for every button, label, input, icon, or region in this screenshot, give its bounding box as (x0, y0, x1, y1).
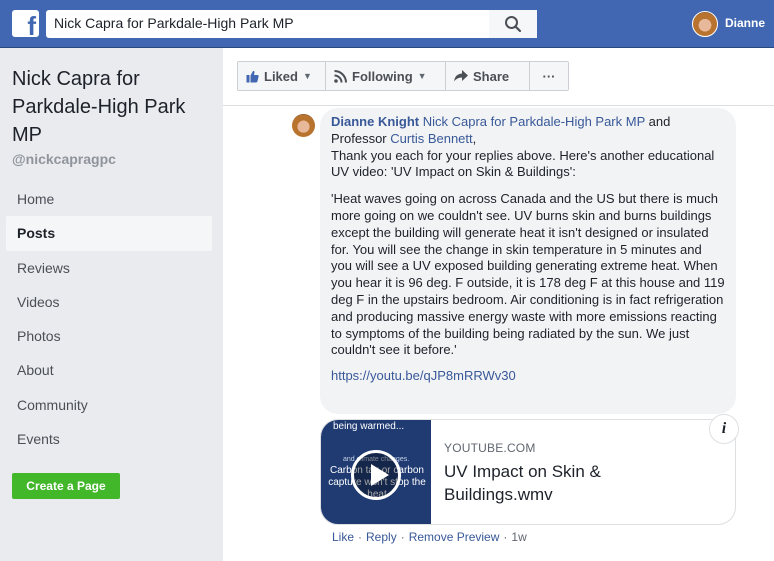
preview-source: YOUTUBE.COM (444, 441, 536, 455)
nav-item-about[interactable]: About (6, 353, 212, 387)
nav-item-community[interactable]: Community (6, 388, 212, 422)
share-label: Share (473, 68, 510, 84)
comment-quote-text: 'Heat waves going on across Canada and t… (331, 191, 725, 358)
search-input[interactable]: Nick Capra for Parkdale-High Park MP (46, 10, 537, 38)
separator-dot: · (400, 530, 405, 544)
page-nav: Home Posts Reviews Videos Photos About C… (6, 182, 212, 456)
play-icon[interactable] (351, 450, 401, 500)
nav-item-events[interactable]: Events (6, 422, 212, 456)
comment-header: Dianne Knight Nick Capra for Parkdale-Hi… (331, 114, 725, 148)
remove-preview-link[interactable]: Remove Preview (409, 530, 500, 544)
comment-timestamp[interactable]: 1w (511, 530, 526, 544)
more-options-button[interactable]: ··· (529, 61, 569, 91)
info-icon[interactable]: i (709, 414, 739, 444)
caret-down-icon: ▼ (302, 71, 312, 81)
comment-author-link[interactable]: Dianne Knight (331, 114, 419, 129)
nav-item-videos[interactable]: Videos (6, 285, 212, 319)
commenter-avatar[interactable] (292, 114, 315, 137)
rss-feed-icon (334, 69, 347, 83)
more-dots-icon: ··· (542, 68, 556, 84)
page-action-bar: Liked ▼ Following ▼ Share ··· (223, 48, 774, 106)
page-handle[interactable]: @nickcapragpc (12, 151, 116, 167)
thumbnail-caption-1: being warmed... (333, 421, 405, 432)
comment-comma: , (472, 130, 477, 146)
comment-bubble: Dianne Knight Nick Capra for Parkdale-Hi… (320, 108, 736, 414)
link-preview-card[interactable]: being warmed... and climate changes. Car… (320, 419, 736, 525)
following-button[interactable]: Following ▼ (325, 61, 446, 91)
search-button[interactable] (489, 10, 537, 38)
page-sidebar: Nick Capra for Parkdale-High Park MP @ni… (0, 48, 222, 561)
comment-prefix-text: Professor (331, 130, 387, 146)
video-thumbnail[interactable]: being warmed... and climate changes. Car… (321, 420, 431, 524)
create-page-button[interactable]: Create a Page (12, 473, 120, 499)
liked-label: Liked (264, 68, 298, 84)
thumbs-up-icon (246, 70, 259, 82)
mention-person-link[interactable]: Curtis Bennett (390, 131, 472, 146)
comment-and-text: and (648, 114, 671, 129)
separator-dot: · (503, 530, 508, 544)
following-label: Following (352, 68, 413, 84)
preview-title[interactable]: UV Impact on Skin & Buildings.wmv (444, 460, 644, 506)
caret-down-icon: ▼ (417, 71, 427, 81)
nav-item-home[interactable]: Home (6, 182, 212, 216)
video-url-link[interactable]: https://youtu.be/qJP8mRRWv30 (331, 368, 725, 385)
page-title[interactable]: Nick Capra for Parkdale-High Park MP (12, 65, 217, 149)
user-name-link[interactable]: Dianne (725, 16, 765, 30)
like-link[interactable]: Like (332, 530, 354, 544)
share-arrow-icon (454, 70, 468, 82)
search-icon (505, 16, 522, 33)
nav-item-posts[interactable]: Posts (6, 216, 212, 251)
separator-dot: · (358, 530, 363, 544)
liked-button[interactable]: Liked ▼ (237, 61, 326, 91)
nav-item-reviews[interactable]: Reviews (6, 251, 212, 285)
reply-link[interactable]: Reply (366, 530, 397, 544)
main-content: Liked ▼ Following ▼ Share ··· Dianne Kni… (223, 48, 774, 561)
mention-page-link[interactable]: Nick Capra for Parkdale-High Park MP (423, 114, 645, 129)
top-navigation-bar: f Nick Capra for Parkdale-High Park MP D… (0, 0, 774, 48)
facebook-logo-icon[interactable]: f (12, 10, 39, 39)
share-button[interactable]: Share (445, 61, 530, 91)
nav-item-photos[interactable]: Photos (6, 319, 212, 353)
comment-actions: Like · Reply · Remove Preview · 1w (332, 530, 527, 544)
user-avatar[interactable] (692, 11, 718, 37)
comment-intro-text: Thank you each for your replies above. H… (331, 147, 715, 180)
